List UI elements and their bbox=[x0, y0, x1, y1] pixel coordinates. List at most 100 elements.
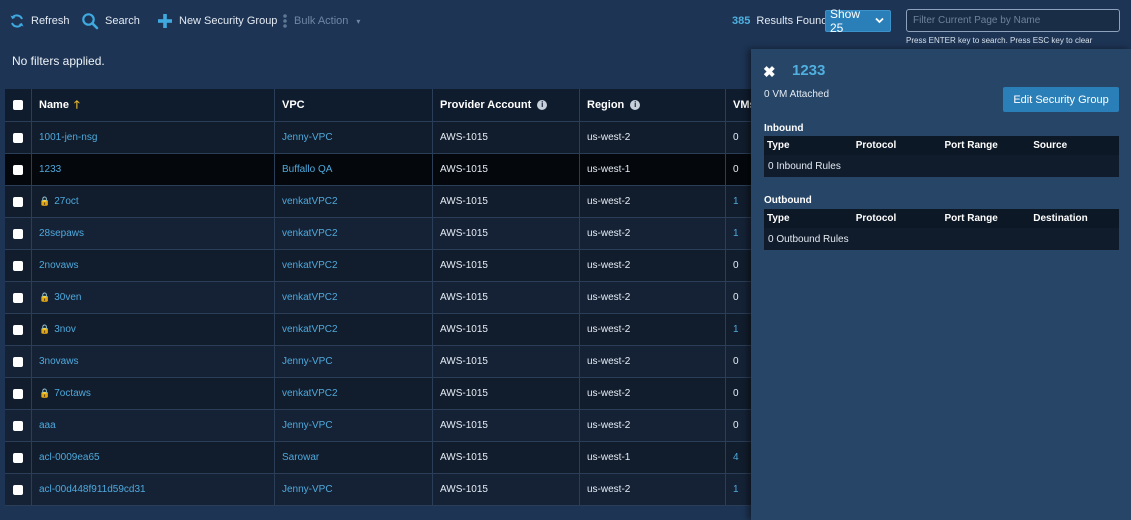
row-checkbox[interactable] bbox=[13, 132, 23, 143]
security-group-name-link[interactable]: aaa bbox=[39, 420, 56, 431]
security-group-name-link[interactable]: 2novaws bbox=[39, 260, 78, 271]
vpc-link[interactable]: Jenny-VPC bbox=[282, 356, 333, 367]
row-select-cell bbox=[5, 378, 32, 409]
row-checkbox[interactable] bbox=[13, 228, 23, 239]
vpc-cell: Buffallo QA bbox=[275, 154, 433, 185]
table-header: Name 🡑 VPC Provider Account i Region i V… bbox=[5, 89, 753, 122]
vms-count[interactable]: 1 bbox=[733, 324, 739, 335]
lock-icon: 🔒 bbox=[39, 324, 51, 334]
region-cell: us-west-2 bbox=[580, 346, 726, 377]
column-header-vpc[interactable]: VPC bbox=[275, 89, 433, 121]
region-text: us-west-2 bbox=[587, 420, 631, 431]
vms-count[interactable]: 1 bbox=[733, 196, 739, 207]
vpc-link[interactable]: Jenny-VPC bbox=[282, 484, 333, 495]
row-checkbox[interactable] bbox=[13, 388, 23, 399]
new-security-group-button[interactable]: New Security Group bbox=[157, 11, 277, 31]
row-checkbox[interactable] bbox=[13, 260, 23, 271]
vpc-link[interactable]: Sarowar bbox=[282, 452, 319, 463]
vpc-cell: Jenny-VPC bbox=[275, 122, 433, 153]
region-text: us-west-2 bbox=[587, 356, 631, 367]
region-text: us-west-2 bbox=[587, 324, 631, 335]
outbound-col-port-range: Port Range bbox=[944, 213, 998, 224]
vpc-cell: Sarowar bbox=[275, 442, 433, 473]
lock-icon: 🔒 bbox=[39, 292, 51, 302]
vm-attached-text: 0 VM Attached bbox=[764, 89, 830, 100]
row-checkbox[interactable] bbox=[13, 356, 23, 367]
results-count: 385 Results Found bbox=[732, 15, 827, 27]
vms-count[interactable]: 4 bbox=[733, 452, 739, 463]
column-header-vms[interactable]: VMs bbox=[726, 89, 753, 121]
row-checkbox[interactable] bbox=[13, 420, 23, 431]
vpc-link[interactable]: venkatVPC2 bbox=[282, 260, 338, 271]
table-row[interactable]: 2novaws venkatVPC2 AWS-1015 us-west-2 0 bbox=[5, 250, 753, 282]
table-row[interactable]: 🔒 30ven venkatVPC2 AWS-1015 us-west-2 0 bbox=[5, 282, 753, 314]
vpc-link[interactable]: venkatVPC2 bbox=[282, 228, 338, 239]
provider-account-text: AWS-1015 bbox=[440, 484, 488, 495]
filter-name-input[interactable] bbox=[906, 9, 1120, 32]
bulk-action-button[interactable]: Bulk Action ▾ bbox=[282, 11, 360, 31]
vpc-link[interactable]: venkatVPC2 bbox=[282, 388, 338, 399]
outbound-col-protocol: Protocol bbox=[855, 213, 897, 224]
vpc-link[interactable]: Jenny-VPC bbox=[282, 420, 333, 431]
column-header-region[interactable]: Region i bbox=[580, 89, 726, 121]
security-group-name-link[interactable]: 27oct bbox=[54, 196, 78, 207]
vms-count: 0 bbox=[733, 420, 739, 431]
security-group-name-link[interactable]: 3novaws bbox=[39, 356, 78, 367]
security-group-name-link[interactable]: 30ven bbox=[54, 292, 81, 303]
vpc-cell: venkatVPC2 bbox=[275, 282, 433, 313]
security-group-name-link[interactable]: acl-0009ea65 bbox=[39, 452, 100, 463]
info-icon[interactable]: i bbox=[630, 100, 641, 110]
outbound-rules-empty: 0 Outbound Rules bbox=[764, 228, 1119, 250]
vpc-link[interactable]: Buffallo QA bbox=[282, 164, 332, 175]
vpc-link[interactable]: venkatVPC2 bbox=[282, 292, 338, 303]
row-checkbox[interactable] bbox=[13, 324, 23, 335]
provider-account-cell: AWS-1015 bbox=[433, 442, 580, 473]
search-button[interactable]: Search bbox=[81, 11, 140, 31]
chevron-down-icon bbox=[875, 16, 884, 26]
vpc-link[interactable]: Jenny-VPC bbox=[282, 132, 333, 143]
inbound-col-port-range: Port Range bbox=[944, 140, 998, 151]
security-group-name-link[interactable]: acl-00d448f911d59cd31 bbox=[39, 484, 146, 495]
edit-security-group-button[interactable]: Edit Security Group bbox=[1003, 87, 1119, 112]
caret-down-icon: ▾ bbox=[356, 16, 361, 26]
page-size-select[interactable]: Show 25 bbox=[825, 7, 891, 35]
outbound-col-destination: Destination bbox=[1033, 213, 1088, 224]
row-checkbox[interactable] bbox=[13, 196, 23, 207]
close-icon[interactable]: ✖ bbox=[763, 63, 776, 81]
search-icon bbox=[81, 12, 99, 30]
table-row[interactable]: aaa Jenny-VPC AWS-1015 us-west-2 0 bbox=[5, 410, 753, 442]
vms-count[interactable]: 1 bbox=[733, 228, 739, 239]
vms-cell: 0 bbox=[726, 250, 753, 281]
table-row[interactable]: 1001-jen-nsg Jenny-VPC AWS-1015 us-west-2 0 bbox=[5, 122, 753, 154]
select-all-checkbox[interactable] bbox=[13, 100, 23, 110]
security-group-name-link[interactable]: 1001-jen-nsg bbox=[39, 132, 97, 143]
row-checkbox[interactable] bbox=[13, 164, 23, 175]
table-row[interactable]: 🔒 7octaws venkatVPC2 AWS-1015 us-west-2 0 bbox=[5, 378, 753, 410]
vms-cell: 0 bbox=[726, 282, 753, 313]
security-group-name-link[interactable]: 3nov bbox=[54, 324, 76, 335]
vms-count[interactable]: 1 bbox=[733, 484, 739, 495]
table-row[interactable]: 🔒 3nov venkatVPC2 AWS-1015 us-west-2 1 bbox=[5, 314, 753, 346]
row-checkbox[interactable] bbox=[13, 484, 23, 495]
table-row[interactable]: 1233 Buffallo QA AWS-1015 us-west-1 0 bbox=[5, 154, 753, 186]
info-icon[interactable]: i bbox=[537, 100, 548, 110]
name-cell: aaa bbox=[32, 410, 275, 441]
table-row[interactable]: acl-0009ea65 Sarowar AWS-1015 us-west-1 4 bbox=[5, 442, 753, 474]
row-select-cell bbox=[5, 282, 32, 313]
row-checkbox[interactable] bbox=[13, 292, 23, 303]
security-group-name-link[interactable]: 1233 bbox=[39, 164, 61, 175]
table-row[interactable]: acl-00d448f911d59cd31 Jenny-VPC AWS-1015 us… bbox=[5, 474, 753, 506]
vpc-link[interactable]: venkatVPC2 bbox=[282, 196, 338, 207]
column-header-name[interactable]: Name 🡑 bbox=[32, 89, 275, 121]
security-group-name-link[interactable]: 28sepaws bbox=[39, 228, 84, 239]
table-row[interactable]: 🔒 27oct venkatVPC2 AWS-1015 us-west-2 1 bbox=[5, 186, 753, 218]
refresh-button[interactable]: Refresh bbox=[9, 11, 70, 31]
vpc-link[interactable]: venkatVPC2 bbox=[282, 324, 338, 335]
lock-icon: 🔒 bbox=[39, 388, 51, 398]
security-group-name-link[interactable]: 7octaws bbox=[54, 388, 91, 399]
column-header-provider-account[interactable]: Provider Account i bbox=[433, 89, 580, 121]
table-row[interactable]: 28sepaws venkatVPC2 AWS-1015 us-west-2 1 bbox=[5, 218, 753, 250]
table-row[interactable]: 3novaws Jenny-VPC AWS-1015 us-west-2 0 bbox=[5, 346, 753, 378]
inbound-col-type: Type bbox=[767, 140, 790, 151]
row-checkbox[interactable] bbox=[13, 452, 23, 463]
